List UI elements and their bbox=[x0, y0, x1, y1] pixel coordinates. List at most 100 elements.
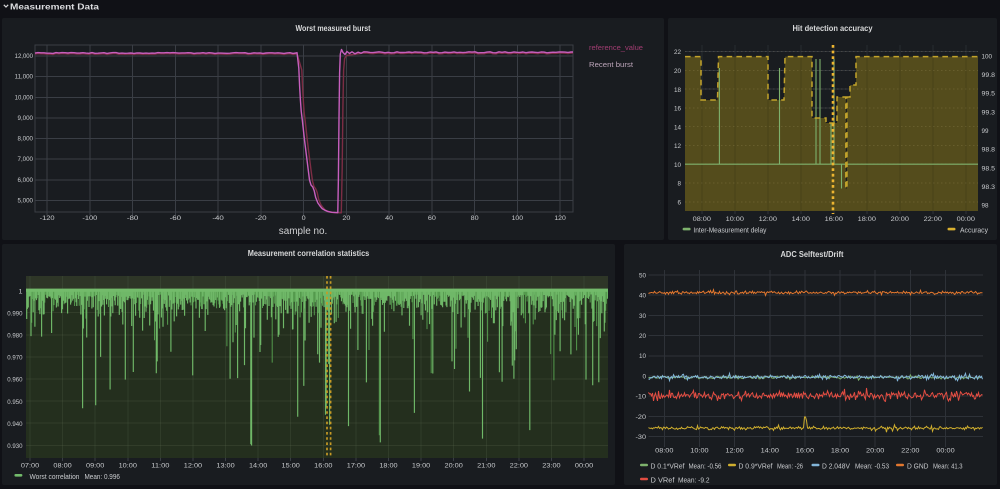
svg-text:23:00: 23:00 bbox=[542, 462, 561, 469]
svg-text:D 0.1*VRef: D 0.1*VRef bbox=[651, 461, 686, 470]
svg-text:20:00: 20:00 bbox=[866, 448, 885, 455]
svg-text:6: 6 bbox=[678, 200, 682, 207]
svg-text:14:00: 14:00 bbox=[761, 448, 780, 455]
svg-text:0: 0 bbox=[302, 215, 306, 222]
svg-text:Measurement correlation statis: Measurement correlation statistics bbox=[248, 248, 370, 258]
svg-text:09:00: 09:00 bbox=[86, 462, 105, 469]
svg-text:ADC Selftest/Drift: ADC Selftest/Drift bbox=[781, 249, 844, 259]
svg-text:99.5: 99.5 bbox=[982, 91, 996, 98]
svg-text:0.930: 0.930 bbox=[7, 443, 22, 450]
svg-text:20:00: 20:00 bbox=[445, 462, 464, 469]
svg-text:10: 10 bbox=[674, 162, 681, 169]
svg-text:16:00: 16:00 bbox=[314, 462, 333, 469]
svg-text:98.3: 98.3 bbox=[982, 184, 996, 191]
svg-text:12:00: 12:00 bbox=[725, 448, 744, 455]
svg-text:15:00: 15:00 bbox=[282, 462, 301, 469]
svg-text:-10: -10 bbox=[636, 394, 647, 401]
svg-text:sample no.: sample no. bbox=[279, 226, 328, 237]
svg-text:-120: -120 bbox=[40, 215, 55, 222]
svg-text:14: 14 bbox=[674, 124, 681, 131]
svg-text:21:00: 21:00 bbox=[477, 462, 496, 469]
svg-text:10: 10 bbox=[639, 353, 646, 360]
svg-text:00:00: 00:00 bbox=[957, 216, 976, 223]
svg-text:0.960: 0.960 bbox=[7, 377, 22, 384]
svg-text:00:00: 00:00 bbox=[936, 448, 955, 455]
svg-text:16:00: 16:00 bbox=[796, 448, 815, 455]
svg-text:40: 40 bbox=[385, 215, 393, 222]
svg-text:Mean: -9.2: Mean: -9.2 bbox=[678, 475, 710, 484]
svg-text:22:00: 22:00 bbox=[901, 448, 920, 455]
svg-text:Mean: 41.3: Mean: 41.3 bbox=[933, 461, 963, 470]
svg-text:22:00: 22:00 bbox=[510, 462, 529, 469]
svg-text:-60: -60 bbox=[170, 215, 182, 222]
svg-text:D 0.9*VRef: D 0.9*VRef bbox=[739, 461, 774, 470]
svg-text:10:00: 10:00 bbox=[119, 462, 138, 469]
svg-text:20:00: 20:00 bbox=[891, 216, 910, 223]
svg-text:98.5: 98.5 bbox=[982, 165, 996, 172]
svg-text:-80: -80 bbox=[127, 215, 139, 222]
svg-text:98: 98 bbox=[982, 203, 989, 210]
svg-text:-40: -40 bbox=[212, 215, 224, 222]
svg-text:Inter-Measurement delay: Inter-Measurement delay bbox=[693, 225, 766, 234]
svg-text:50: 50 bbox=[639, 272, 646, 279]
svg-text:80: 80 bbox=[471, 215, 479, 222]
svg-text:40: 40 bbox=[639, 293, 646, 300]
svg-text:8: 8 bbox=[678, 181, 682, 188]
svg-text:12:00: 12:00 bbox=[759, 216, 778, 223]
svg-text:20: 20 bbox=[342, 215, 350, 222]
svg-text:5,000: 5,000 bbox=[18, 197, 34, 204]
svg-text:08:00: 08:00 bbox=[53, 462, 72, 469]
svg-text:18:00: 18:00 bbox=[379, 462, 398, 469]
svg-text:0.950: 0.950 bbox=[7, 399, 22, 406]
svg-text:Worst measured burst: Worst measured burst bbox=[296, 23, 371, 33]
svg-text:30: 30 bbox=[639, 313, 646, 320]
svg-text:-100: -100 bbox=[82, 215, 97, 222]
svg-text:reference_value: reference_value bbox=[589, 43, 643, 52]
svg-text:D GND: D GND bbox=[907, 461, 929, 470]
svg-text:22: 22 bbox=[674, 49, 681, 56]
svg-text:14:00: 14:00 bbox=[792, 216, 811, 223]
svg-text:Accuracy: Accuracy bbox=[960, 225, 988, 234]
svg-text:20: 20 bbox=[639, 333, 646, 340]
svg-text:7,000: 7,000 bbox=[18, 156, 34, 163]
svg-text:00:00: 00:00 bbox=[575, 462, 594, 469]
svg-text:99: 99 bbox=[982, 128, 989, 135]
svg-text:Worst correlation: Worst correlation bbox=[30, 472, 80, 481]
svg-text:99.3: 99.3 bbox=[982, 109, 996, 116]
svg-text:16: 16 bbox=[674, 106, 681, 113]
svg-text:12,000: 12,000 bbox=[15, 53, 34, 60]
svg-text:Mean: -26: Mean: -26 bbox=[777, 461, 803, 470]
svg-text:Recent burst: Recent burst bbox=[589, 60, 634, 69]
svg-text:17:00: 17:00 bbox=[347, 462, 366, 469]
svg-text:19:00: 19:00 bbox=[412, 462, 431, 469]
svg-text:08:00: 08:00 bbox=[693, 216, 712, 223]
svg-text:0.990: 0.990 bbox=[7, 310, 22, 317]
svg-text:Hit detection accuracy: Hit detection accuracy bbox=[793, 23, 873, 33]
svg-text:11:00: 11:00 bbox=[151, 462, 170, 469]
svg-text:12: 12 bbox=[674, 143, 681, 150]
svg-text:07:00: 07:00 bbox=[21, 462, 40, 469]
svg-text:16:00: 16:00 bbox=[825, 216, 844, 223]
svg-text:20: 20 bbox=[674, 68, 681, 75]
svg-text:0.970: 0.970 bbox=[7, 355, 22, 362]
svg-text:0.980: 0.980 bbox=[7, 333, 22, 340]
svg-text:13:00: 13:00 bbox=[216, 462, 235, 469]
svg-text:Mean: 0.996: Mean: 0.996 bbox=[85, 472, 120, 481]
svg-text:08:00: 08:00 bbox=[655, 448, 674, 455]
svg-text:10:00: 10:00 bbox=[726, 216, 745, 223]
svg-text:-30: -30 bbox=[636, 434, 647, 441]
svg-text:100: 100 bbox=[982, 53, 993, 60]
svg-text:D 2.048V: D 2.048V bbox=[822, 461, 851, 470]
svg-text:Mean: -0.53: Mean: -0.53 bbox=[855, 461, 889, 470]
svg-text:120: 120 bbox=[554, 215, 566, 222]
svg-text:99.8: 99.8 bbox=[982, 72, 996, 79]
svg-text:14:00: 14:00 bbox=[249, 462, 268, 469]
svg-text:22:00: 22:00 bbox=[924, 216, 943, 223]
svg-text:100: 100 bbox=[512, 215, 524, 222]
svg-text:8,000: 8,000 bbox=[18, 136, 34, 143]
svg-text:18:00: 18:00 bbox=[858, 216, 877, 223]
svg-text:1: 1 bbox=[19, 288, 23, 295]
svg-text:0.940: 0.940 bbox=[7, 421, 22, 428]
svg-text:D VRef: D VRef bbox=[651, 475, 676, 484]
svg-text:6,000: 6,000 bbox=[18, 177, 34, 184]
